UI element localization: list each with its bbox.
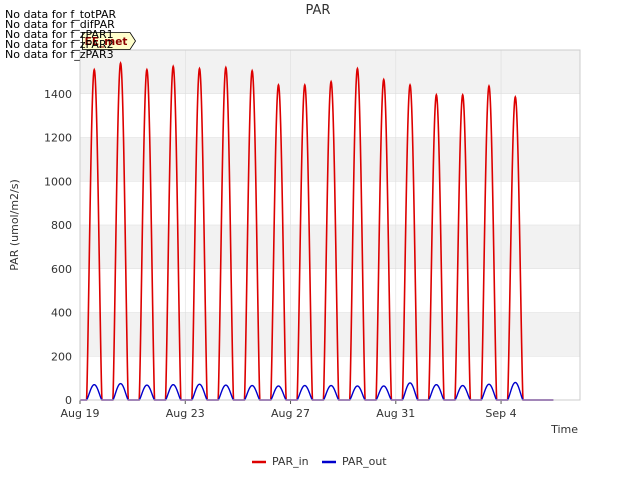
grid-band — [80, 225, 580, 269]
grid-band — [80, 137, 580, 182]
y-tick-label: 1200 — [44, 132, 72, 145]
x-tick-label: Aug 23 — [166, 407, 205, 420]
chart-title: PAR — [306, 3, 331, 18]
legend: PAR_in PAR_out — [252, 455, 387, 468]
y-tick-label: 400 — [51, 307, 72, 320]
par-chart: PAR 0 200 400 600 800 1000 1200 1400 Aug 19 Aug 2… — [8, 3, 581, 468]
y-axis-label: PAR (umol/m2/s) — [8, 179, 21, 271]
legend-label-par-out: PAR_out — [342, 455, 387, 468]
y-tick-label: 200 — [51, 350, 72, 363]
y-tick-label: 1000 — [44, 175, 72, 188]
legend-label-par-in: PAR_in — [272, 455, 309, 468]
x-tick-label: Aug 19 — [61, 407, 100, 420]
y-tick-label: 800 — [51, 219, 72, 232]
x-tick-label: Sep 4 — [485, 407, 516, 420]
grid-band — [80, 312, 580, 357]
x-tick-label: Aug 31 — [376, 407, 415, 420]
y-tick-label: 0 — [65, 394, 72, 407]
y-tick-label: 600 — [51, 263, 72, 276]
y-tick-label: 1400 — [44, 88, 72, 101]
x-axis-label: Time — [550, 423, 578, 436]
x-tick-label: Aug 27 — [271, 407, 310, 420]
no-data-message-5: No data for f_zPAR3 — [5, 48, 114, 61]
